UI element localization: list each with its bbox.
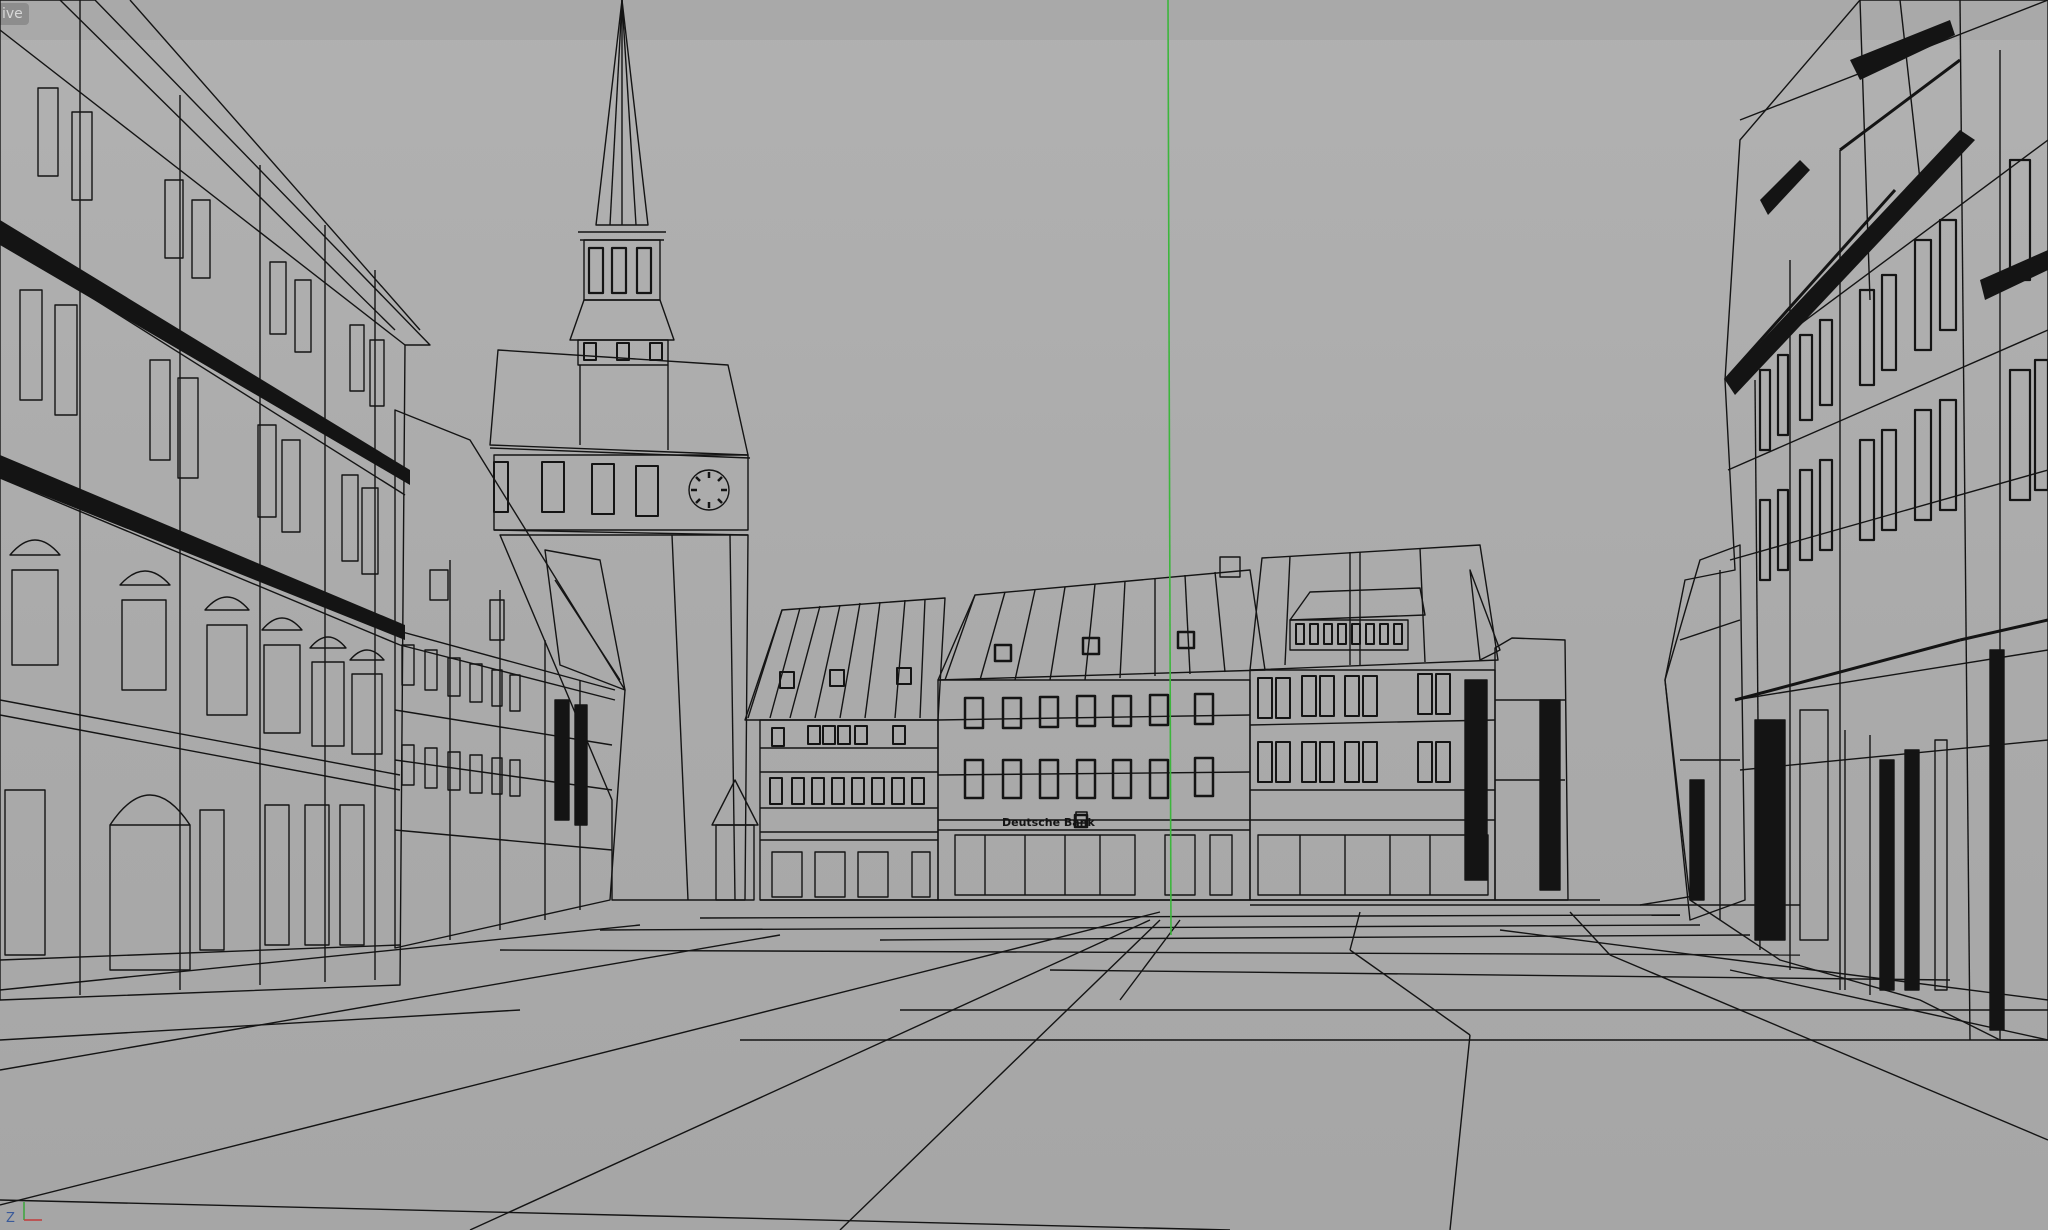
cornice-accents: [0, 20, 2048, 640]
3d-viewport[interactable]: ive Deutsche Bank Z: [0, 0, 2048, 1230]
right-building: [1664, 0, 2048, 1041]
axis-gizmo-icon: [23, 1202, 42, 1221]
church-tower: [489, 0, 759, 901]
wireframe-scene[interactable]: Deutsche Bank: [0, 0, 2048, 1230]
center-buildings: [744, 544, 1600, 901]
left-mid-row: [394, 409, 626, 949]
axis-z-label: Z: [6, 1211, 15, 1226]
